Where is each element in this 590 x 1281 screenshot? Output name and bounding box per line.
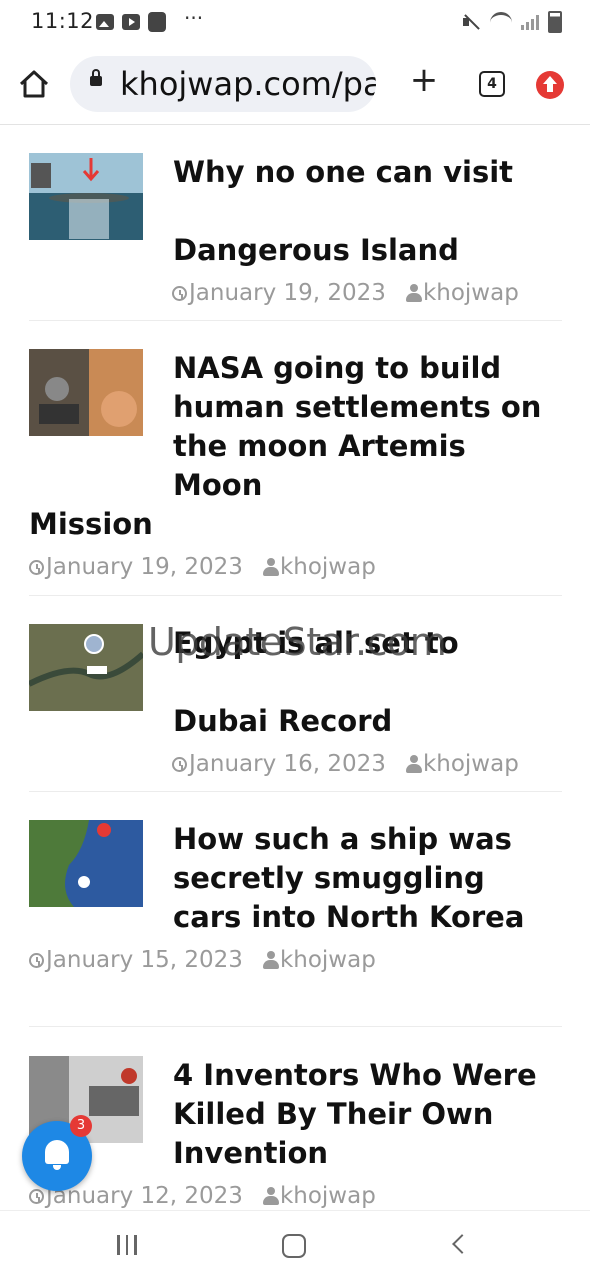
article-meta: January 12, 2023 khojwap <box>29 1183 562 1209</box>
status-bar: 11:12 ··· <box>0 0 590 44</box>
article-date: January 16, 2023 <box>189 751 386 777</box>
url-text[interactable]: khojwap.com/pa <box>120 65 376 103</box>
divider <box>29 791 562 792</box>
notification-icons: ··· <box>96 6 203 32</box>
tab-switcher-button[interactable]: 4 <box>479 71 505 97</box>
article-author[interactable]: khojwap <box>280 554 376 580</box>
article-date: January 12, 2023 <box>46 1183 243 1209</box>
mute-icon <box>461 13 481 31</box>
article-item[interactable]: Egypt is all set to BreakDubai Record Ja… <box>29 624 562 777</box>
user-icon <box>405 755 422 773</box>
app-icon <box>148 12 166 32</box>
article-author[interactable]: khojwap <box>280 1183 376 1209</box>
article-meta: January 19, 2023 khojwap <box>29 280 562 306</box>
article-item[interactable]: NASA going to build human settlements on … <box>29 349 562 580</box>
home-nav-button[interactable] <box>282 1234 306 1258</box>
article-meta: January 19, 2023 khojwap <box>29 554 562 580</box>
article-thumbnail[interactable] <box>29 624 143 711</box>
system-icons <box>461 11 562 33</box>
article-thumbnail[interactable] <box>29 820 143 907</box>
article-meta: January 15, 2023 khojwap <box>29 947 562 973</box>
article-author[interactable]: khojwap <box>423 280 519 306</box>
article-thumbnail[interactable] <box>29 153 143 240</box>
notification-badge: 3 <box>70 1115 92 1137</box>
wifi-icon <box>490 11 512 33</box>
article-date: January 19, 2023 <box>189 280 386 306</box>
bell-icon <box>45 1140 69 1170</box>
clock-icon <box>29 1188 44 1204</box>
article-meta: January 16, 2023 khojwap <box>29 751 562 777</box>
article-author[interactable]: khojwap <box>423 751 519 777</box>
user-icon <box>405 284 422 302</box>
article-item[interactable]: Why no one can visit thisDangerous Islan… <box>29 153 562 306</box>
back-button[interactable] <box>452 1234 472 1254</box>
article-item[interactable]: How such a ship was secretly smuggling ca… <box>29 820 562 973</box>
divider <box>29 1026 562 1027</box>
clock-icon <box>29 559 44 575</box>
divider <box>29 595 562 596</box>
youtube-icon <box>122 14 140 30</box>
lock-icon <box>90 69 102 86</box>
recents-button[interactable] <box>117 1235 137 1255</box>
article-date: January 19, 2023 <box>46 554 243 580</box>
clock-icon <box>172 285 187 301</box>
home-icon <box>19 70 49 98</box>
article-author[interactable]: khojwap <box>280 947 376 973</box>
article-thumbnail[interactable] <box>29 349 143 436</box>
new-tab-button[interactable]: + <box>406 63 442 100</box>
update-icon[interactable] <box>536 71 564 99</box>
divider <box>29 320 562 321</box>
user-icon <box>262 951 279 969</box>
signal-icon <box>521 14 539 30</box>
clock-icon <box>29 952 44 968</box>
user-icon <box>262 558 279 576</box>
system-nav-bar <box>0 1210 590 1281</box>
article-date: January 15, 2023 <box>46 947 243 973</box>
user-icon <box>262 1187 279 1205</box>
article-item[interactable]: 4 Inventors Who Were Killed By Their Own … <box>29 1056 562 1209</box>
browser-toolbar: khojwap.com/pa + 4 <box>0 44 590 125</box>
home-button[interactable] <box>16 66 52 102</box>
clock-icon <box>172 756 187 772</box>
more-notifications-icon: ··· <box>184 6 204 30</box>
gallery-icon <box>96 14 114 30</box>
address-bar[interactable]: khojwap.com/pa <box>70 56 376 112</box>
battery-icon <box>548 11 562 33</box>
status-time: 11:12 <box>31 9 95 33</box>
